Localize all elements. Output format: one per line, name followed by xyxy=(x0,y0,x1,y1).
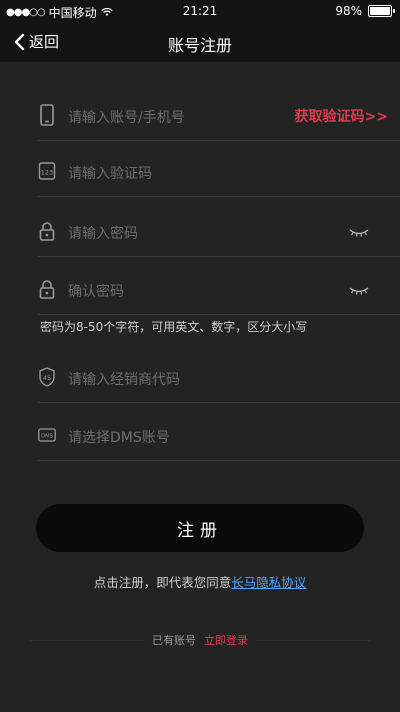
dealer-code-input[interactable]: 请输入经销商代码 xyxy=(68,369,180,389)
login-line: 已有账号 立即登录 xyxy=(0,632,400,648)
shield-45-icon: 45 xyxy=(38,366,56,388)
eye-closed-icon[interactable] xyxy=(348,224,370,238)
lock-icon xyxy=(38,220,56,242)
privacy-agreement-link[interactable]: 长马隐私协议 xyxy=(231,575,306,590)
password-field[interactable]: 请输入密码 xyxy=(38,208,400,257)
account-field[interactable]: 请输入账号/手机号 获取验证码>> xyxy=(38,92,400,141)
login-wrap: 已有账号 立即登录 xyxy=(144,632,256,648)
code-field[interactable]: 123 请输入验证码 xyxy=(38,148,400,197)
login-now-link[interactable]: 立即登录 xyxy=(204,634,248,647)
status-right: 98% xyxy=(335,4,395,18)
code-123-icon: 123 xyxy=(38,160,56,182)
page-title: 账号注册 xyxy=(167,36,232,55)
agreement-prefix: 点击注册，即代表您同意 xyxy=(93,575,232,590)
battery-icon xyxy=(368,5,395,17)
eye-closed-icon[interactable] xyxy=(348,282,370,296)
dms-account-select[interactable]: 请选择DMS账号 xyxy=(68,427,170,447)
lock-icon xyxy=(38,278,56,300)
dms-icon: DMS xyxy=(38,424,56,446)
svg-text:DMS: DMS xyxy=(41,434,53,440)
password-input[interactable]: 请输入密码 xyxy=(68,223,138,243)
agreement-text: 点击注册，即代表您同意长马隐私协议 xyxy=(0,572,400,591)
phone-icon xyxy=(38,104,56,126)
confirm-password-input[interactable]: 确认密码 xyxy=(68,281,124,301)
confirm-password-field[interactable]: 确认密码 xyxy=(38,266,400,315)
dealer-code-field[interactable]: 45 请输入经销商代码 xyxy=(38,354,400,403)
dms-account-field[interactable]: DMS 请选择DMS账号 xyxy=(38,412,400,461)
password-hint: 密码为8-50个字符，可用英文、数字，区分大小写 xyxy=(40,320,308,334)
account-input[interactable]: 请输入账号/手机号 xyxy=(68,107,185,127)
battery-percent: 98% xyxy=(335,4,362,18)
register-button[interactable]: 注册 xyxy=(36,504,364,552)
battery-fill xyxy=(370,7,390,15)
nav-bar: 返回 账号注册 xyxy=(0,22,400,62)
code-input[interactable]: 请输入验证码 xyxy=(68,163,152,183)
status-bar: ●●●○○ 中国移动 21:21 98% xyxy=(0,0,400,22)
get-code-button[interactable]: 获取验证码>> xyxy=(295,106,388,126)
login-prompt: 已有账号 xyxy=(152,634,196,647)
svg-text:45: 45 xyxy=(43,374,51,382)
svg-text:123: 123 xyxy=(41,169,53,177)
